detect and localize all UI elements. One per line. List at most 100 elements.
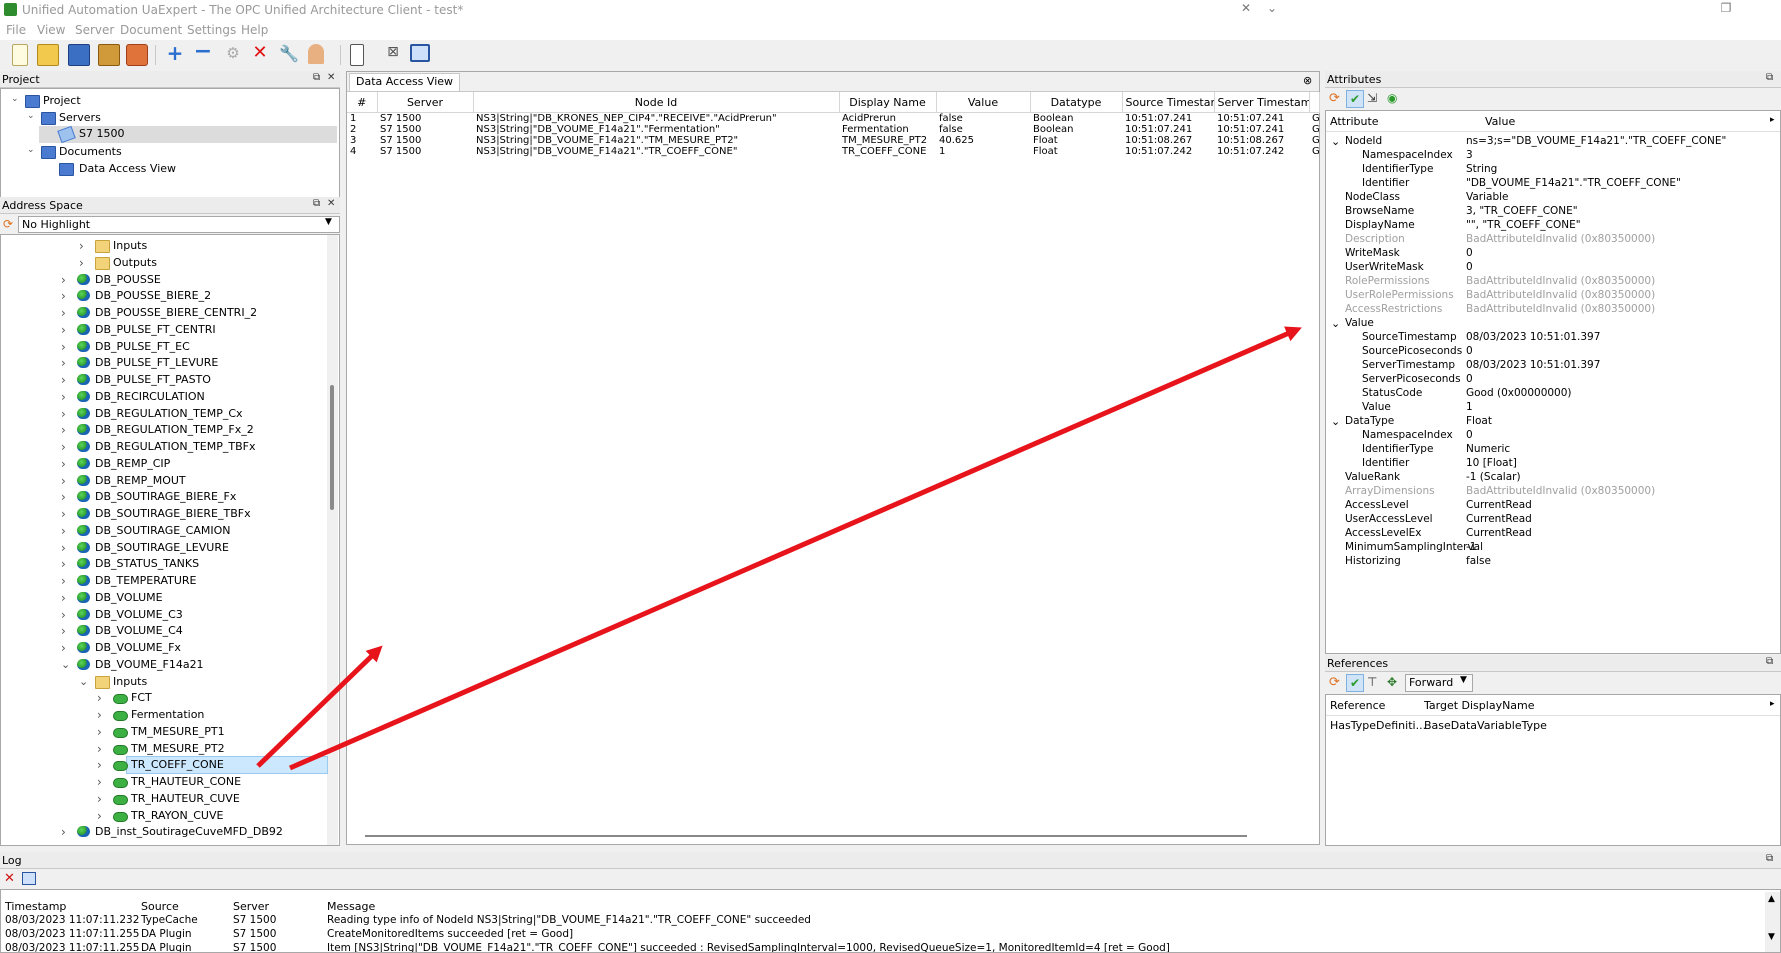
chevron-down-icon[interactable]: ⌄: [11, 94, 19, 104]
column-header[interactable]: Display Name: [839, 92, 937, 113]
chevron-down-icon[interactable]: ⌄: [1331, 415, 1340, 428]
attribute-row[interactable]: NamespaceIndex 0: [1326, 429, 1780, 443]
scrollbar-thumb[interactable]: [330, 385, 334, 510]
new-project-icon[interactable]: [12, 44, 28, 66]
attribute-row[interactable]: AccessRestrictions BadAttributeIdInvalid …: [1326, 303, 1780, 317]
chevron-right-icon[interactable]: ›: [97, 725, 102, 739]
chevron-down-icon[interactable]: ⌄: [27, 111, 35, 121]
float-icon[interactable]: ⧉: [1766, 72, 1773, 83]
chevron-right-icon[interactable]: ›: [61, 474, 66, 488]
log-row[interactable]: 08/03/2023 11:07:11.232 TypeCache S7 1500 R…: [1, 914, 1761, 928]
chevron-right-icon[interactable]: ›: [61, 490, 66, 504]
refresh-icon[interactable]: ⟳: [3, 217, 13, 231]
column-header[interactable]: Server: [233, 900, 269, 913]
chevron-right-icon[interactable]: ›: [61, 390, 66, 404]
menu-server[interactable]: Server: [75, 23, 114, 37]
column-header[interactable]: Source: [141, 900, 179, 913]
attribute-row[interactable]: NamespaceIndex 3: [1326, 149, 1780, 163]
tab-data-access-view[interactable]: Data Access View: [349, 73, 461, 91]
direction-select[interactable]: Forward ▼: [1405, 674, 1473, 692]
power-icon[interactable]: [126, 44, 148, 66]
open-folder-icon[interactable]: [37, 44, 59, 66]
reference-cell[interactable]: HasTypeDefiniti...: [1330, 719, 1426, 732]
close-tab-icon[interactable]: ⊗: [1303, 74, 1312, 87]
attribute-row[interactable]: StatusCode Good (0x00000000): [1326, 387, 1780, 401]
refresh-icon[interactable]: ⟳: [1329, 91, 1340, 106]
column-header[interactable]: Value: [1485, 115, 1515, 128]
float-icon[interactable]: ⧉: [313, 198, 320, 209]
attribute-row[interactable]: DisplayName "", "TR_COEFF_CONE": [1326, 219, 1780, 233]
attribute-row[interactable]: UserRolePermissions BadAttributeIdInvalid…: [1326, 289, 1780, 303]
column-header[interactable]: Timestamp: [5, 900, 66, 913]
tree-item-server-s7[interactable]: S7 1500: [39, 125, 337, 144]
chevron-right-icon[interactable]: ›: [61, 541, 66, 555]
chevron-right-icon[interactable]: ›: [61, 373, 66, 387]
chevron-down-icon[interactable]: ⌄: [1331, 135, 1340, 148]
restore-icon[interactable]: ❐: [1712, 0, 1740, 16]
chevron-right-icon[interactable]: ›: [61, 289, 66, 303]
attribute-row[interactable]: ArrayDimensions BadAttributeIdInvalid (0x…: [1326, 485, 1780, 499]
table-row[interactable]: 3 S7 1500 NS3|String|"DB_VOUME_F14a21"."TM…: [347, 135, 1319, 146]
save-log-icon[interactable]: [22, 872, 36, 885]
float-icon[interactable]: ⧉: [313, 72, 320, 83]
document-icon[interactable]: [350, 44, 364, 66]
chevron-right-icon[interactable]: ›: [61, 356, 66, 370]
chevron-right-icon[interactable]: ›: [97, 691, 102, 705]
attribute-row[interactable]: MinimumSamplingInterval -1: [1326, 541, 1780, 555]
chevron-right-icon[interactable]: ›: [97, 758, 102, 772]
save-as-icon[interactable]: [98, 44, 120, 66]
chevron-right-icon[interactable]: ›: [61, 825, 66, 839]
chevron-right-icon[interactable]: ›: [61, 423, 66, 437]
menu-help[interactable]: Help: [241, 23, 268, 37]
attribute-row[interactable]: ValueRank -1 (Scalar): [1326, 471, 1780, 485]
attribute-row[interactable]: ⌄ DataType Float: [1326, 415, 1780, 429]
chevron-down-icon[interactable]: ▼: [325, 217, 332, 227]
scrollbar-vertical[interactable]: ▲ ▼: [1765, 892, 1780, 952]
menu-file[interactable]: File: [6, 23, 26, 37]
attribute-row[interactable]: Value 1: [1326, 401, 1780, 415]
log-row[interactable]: 08/03/2023 11:07:11.255 DA Plugin S7 1500 I…: [1, 942, 1761, 952]
attribute-row[interactable]: WriteMask 0: [1326, 247, 1780, 261]
column-header[interactable]: Server: [377, 92, 474, 113]
attribute-row[interactable]: SourceTimestamp 08/03/2023 10:51:01.397: [1326, 331, 1780, 345]
cursor-icon[interactable]: ⇲: [1367, 91, 1377, 105]
attribute-row[interactable]: IdentifierType String: [1326, 163, 1780, 177]
clear-log-icon[interactable]: ✕: [4, 871, 15, 886]
chevron-down-icon[interactable]: ⌄: [79, 675, 88, 688]
check-icon[interactable]: ✔: [1346, 90, 1364, 108]
chevron-right-icon[interactable]: ›: [61, 557, 66, 571]
attribute-row[interactable]: AccessLevel CurrentRead: [1326, 499, 1780, 513]
scrollbar-horizontal[interactable]: [365, 835, 1247, 837]
attribute-row[interactable]: UserWriteMask 0: [1326, 261, 1780, 275]
scroll-down-icon[interactable]: ▼: [1768, 932, 1775, 942]
attribute-row[interactable]: BrowseName 3, "TR_COEFF_CONE": [1326, 205, 1780, 219]
target-cell[interactable]: BaseDataVariableType: [1424, 719, 1547, 732]
chevron-right-icon[interactable]: ›: [61, 340, 66, 354]
column-header[interactable]: Message: [327, 900, 375, 913]
disconnect-icon[interactable]: ✕: [250, 44, 270, 64]
chevron-right-icon[interactable]: ›: [61, 641, 66, 655]
scrollbar-vertical[interactable]: [327, 235, 338, 845]
attribute-row[interactable]: ⌄ Value: [1326, 317, 1780, 331]
attribute-row[interactable]: ServerPicoseconds 0: [1326, 373, 1780, 387]
chevron-down-icon[interactable]: ⌄: [1258, 0, 1286, 16]
chevron-right-icon[interactable]: ›: [61, 457, 66, 471]
chevron-right-icon[interactable]: ›: [61, 574, 66, 588]
remove-document-icon[interactable]: ⊠: [383, 44, 403, 64]
menu-view[interactable]: View: [37, 23, 65, 37]
save-icon[interactable]: [68, 44, 90, 66]
attribute-row[interactable]: AccessLevelEx CurrentRead: [1326, 527, 1780, 541]
column-header[interactable]: Attribute: [1330, 115, 1379, 128]
table-row[interactable]: 1 S7 1500 NS3|String|"DB_KRONES_NEP_CIP4".…: [347, 113, 1319, 125]
chevron-right-icon[interactable]: ›: [97, 775, 102, 789]
hierarchy-icon[interactable]: ⊤: [1367, 675, 1377, 689]
attribute-row[interactable]: IdentifierType Numeric: [1326, 443, 1780, 457]
connect-icon[interactable]: ⚙: [223, 44, 243, 64]
settings-wrench-icon[interactable]: 🔧: [279, 44, 299, 64]
chevron-down-icon[interactable]: ⌄: [1331, 317, 1340, 330]
close-icon[interactable]: ✕: [1232, 0, 1260, 16]
add-server-icon[interactable]: +: [165, 43, 185, 64]
close-icon[interactable]: ✕: [327, 198, 335, 209]
highlight-select[interactable]: No Highlight ▼: [18, 216, 340, 233]
scroll-right-icon[interactable]: ▸: [1770, 115, 1775, 125]
